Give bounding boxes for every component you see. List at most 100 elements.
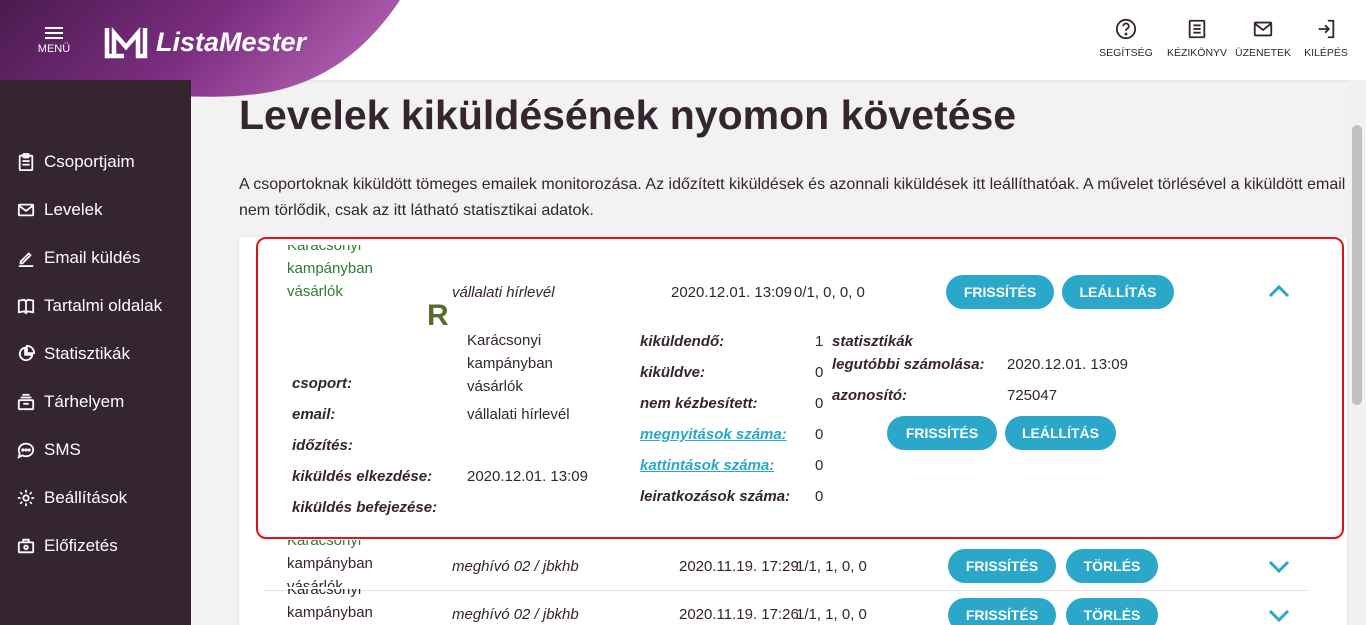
delete-button[interactable]: TÖRLÉS: [1066, 598, 1158, 625]
row-stats: 1/1, 1, 0, 0: [796, 558, 867, 575]
logout-label: KILÉPÉS: [1304, 47, 1348, 59]
row-date: 2020.12.01. 13:09: [671, 284, 792, 301]
sidebar-item-email-kuldes[interactable]: Email küldés: [16, 243, 140, 273]
subscription-icon: [16, 536, 36, 556]
pen-icon: [16, 248, 36, 268]
label-end: kiküldés befejezése:: [292, 499, 438, 516]
sidebar-item-tartalmi-oldalak[interactable]: Tartalmi oldalak: [16, 291, 162, 321]
label-last-calc: legutóbbi számolása:: [832, 356, 985, 373]
chevron-down-icon: [1268, 560, 1290, 574]
delete-button[interactable]: TÖRLÉS: [1066, 549, 1158, 583]
logout-button[interactable]: KILÉPÉS: [1296, 18, 1356, 59]
sidebar-item-label: Tartalmi oldalak: [44, 296, 163, 315]
sidebar-item-label: Tárhelyem: [44, 392, 125, 411]
row-email-name: meghívó 02 / jbkhb: [452, 606, 579, 623]
label-email: email:: [292, 406, 336, 423]
r-marker: R: [427, 299, 449, 332]
sidebar-item-tarhelyem[interactable]: Tárhelyem: [16, 387, 124, 417]
sidebar-item-label: Levelek: [44, 200, 103, 219]
page-title: Levelek kiküldésének nyomon követése: [239, 92, 1017, 138]
menu-button[interactable]: MENÜ: [30, 24, 78, 64]
help-label: SEGÍTSÉG: [1099, 47, 1153, 59]
sidebar-item-label: Csoportjaim: [44, 152, 135, 171]
refresh-button[interactable]: FRISSÍTÉS: [946, 275, 1054, 309]
stats-title: statisztikák: [832, 333, 913, 350]
sidebar-item-label: Statisztikák: [44, 344, 130, 363]
row-divider: [263, 590, 1308, 591]
sidebar-item-label: Email küldés: [44, 248, 141, 267]
label-to-send: kiküldendő:: [640, 333, 725, 350]
sidebar-item-label: Beállítások: [44, 488, 128, 507]
storage-icon: [16, 392, 36, 412]
value-last-calc: 2020.12.01. 13:09: [1007, 356, 1128, 373]
row-email-name: meghívó 02 / jbkhb: [452, 558, 579, 575]
detail-start-value: 2020.12.01. 13:09: [467, 468, 588, 485]
detail-refresh-button[interactable]: FRISSÍTÉS: [887, 416, 997, 450]
sidebar-item-statisztikak[interactable]: Statisztikák: [16, 339, 130, 369]
clicks-link[interactable]: kattintások száma:: [640, 457, 774, 474]
value-id: 725047: [1007, 387, 1058, 404]
manual-icon: [1188, 19, 1206, 39]
expand-button[interactable]: [1268, 560, 1290, 574]
label-unsubscribes: leiratkozások száma:: [640, 488, 791, 505]
row-group-name: Karácsonyi kampányban: [287, 589, 373, 621]
sidebar-item-csoportjaim[interactable]: Csoportjaim: [16, 147, 135, 177]
refresh-button[interactable]: FRISSÍTÉS: [948, 598, 1056, 625]
manual-label: KÉZIKÖNYV: [1166, 47, 1228, 59]
chat-icon: [16, 440, 36, 460]
row-stats: 0/1, 0, 0, 0: [794, 284, 865, 301]
sendings-card: Karácsonyi kampányban vásárlók vállalati…: [239, 237, 1347, 625]
messages-button[interactable]: ÜZENETEK: [1230, 18, 1296, 59]
value-opens: 0: [815, 426, 824, 443]
label-group: csoport:: [292, 375, 352, 392]
logout-icon: [1318, 19, 1335, 39]
label-sent: kiküldve:: [640, 364, 706, 381]
value-unsubscribes: 0: [815, 488, 824, 505]
value-undelivered: 0: [815, 395, 824, 412]
sidebar: Csoportjaim Levelek Email küldés Tartalm…: [0, 80, 191, 625]
chevron-up-icon: [1268, 284, 1290, 298]
book-icon: [16, 296, 36, 316]
sidebar-item-label: Előfizetés: [44, 536, 118, 555]
detail-email-value: vállalati hírlevél: [467, 406, 570, 423]
pie-chart-icon: [16, 344, 36, 364]
sidebar-item-sms[interactable]: SMS: [16, 435, 81, 465]
help-circle-icon: [1115, 18, 1137, 40]
value-to-send: 1: [815, 333, 824, 350]
messages-label: ÜZENETEK: [1234, 47, 1291, 59]
menu-label: MENÜ: [37, 43, 71, 55]
top-header: MENÜ ListaMester SEGÍTSÉG KÉZIKÖNYV ÜZEN…: [0, 0, 1366, 114]
label-id: azonosító:: [832, 387, 907, 404]
sidebar-item-levelek[interactable]: Levelek: [16, 195, 103, 225]
scrollbar-thumb[interactable]: [1352, 125, 1362, 405]
detail-group-value: Karácsonyi kampányban vásárlók: [467, 332, 553, 395]
gear-icon: [16, 488, 36, 508]
refresh-button[interactable]: FRISSÍTÉS: [948, 549, 1056, 583]
row-group-name: Karácsonyi kampányban vásárlók: [287, 540, 373, 587]
opens-link[interactable]: megnyitások száma:: [640, 426, 787, 443]
expand-button[interactable]: [1268, 609, 1290, 623]
collapse-button[interactable]: [1268, 284, 1290, 298]
page-description: A csoportoknak kiküldött tömeges emailek…: [239, 176, 1346, 219]
row-stats: 1/1, 1, 0, 0: [796, 606, 867, 623]
sidebar-item-elofizetes[interactable]: Előfizetés: [16, 531, 118, 561]
envelope-icon: [16, 200, 36, 220]
label-start: kiküldés elkezdése:: [292, 468, 433, 485]
logo[interactable]: ListaMester: [104, 25, 306, 59]
header-actions: SEGÍTSÉG KÉZIKÖNYV ÜZENETEK KILÉPÉS: [1088, 18, 1356, 59]
label-undelivered: nem kézbesített:: [640, 395, 758, 412]
detail-stop-button[interactable]: LEÁLLÍTÁS: [1005, 416, 1116, 450]
row-email-name: vállalati hírlevél: [452, 284, 555, 301]
value-sent: 0: [815, 364, 824, 381]
row-date: 2020.11.19. 17:29: [679, 558, 799, 575]
envelope-icon: [1253, 21, 1273, 37]
label-schedule: időzítés:: [292, 437, 353, 454]
sidebar-item-beallitasok[interactable]: Beállítások: [16, 483, 127, 513]
clipboard-icon: [16, 152, 36, 172]
row-date: 2020.11.19. 17:26: [679, 606, 799, 623]
stop-button[interactable]: LEÁLLÍTÁS: [1062, 275, 1174, 309]
logo-text: ListaMester: [156, 26, 307, 57]
help-button[interactable]: SEGÍTSÉG: [1088, 18, 1164, 59]
scrollbar[interactable]: [1349, 80, 1366, 625]
manual-button[interactable]: KÉZIKÖNYV: [1164, 18, 1230, 59]
